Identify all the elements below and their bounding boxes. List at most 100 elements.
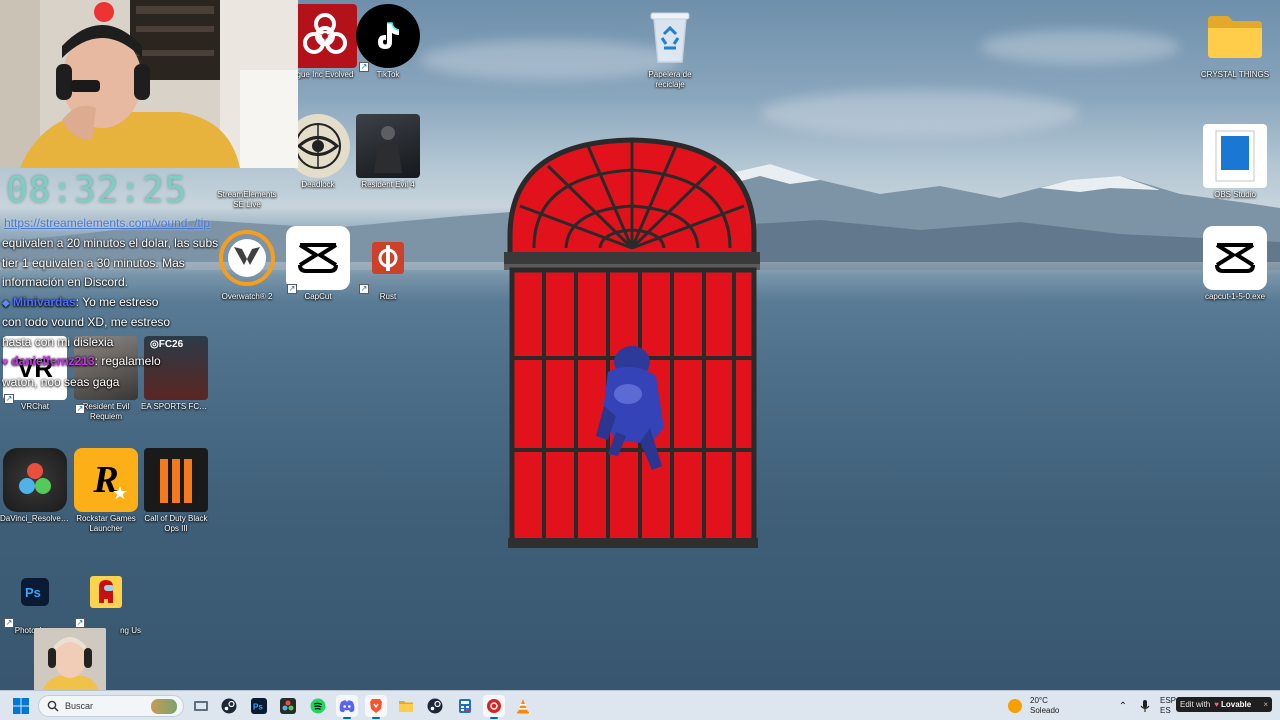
black-ops-3-icon — [144, 448, 208, 512]
taskbar-app-steam[interactable] — [424, 695, 446, 717]
taskbar-app-brave[interactable] — [365, 695, 387, 719]
sun-icon — [1008, 699, 1022, 713]
start-button[interactable] — [10, 695, 32, 717]
task-view-icon — [194, 701, 208, 711]
badge-close-button[interactable]: × — [1263, 700, 1268, 709]
shortcut-arrow-icon: ↗ — [287, 284, 297, 294]
weather-description: Soleado — [1030, 706, 1060, 715]
desktop-icon-label: EA SPORTS FC™ 26 — [141, 402, 211, 411]
tray-input-language[interactable]: ESP ES — [1160, 696, 1176, 716]
calculator-icon — [459, 699, 471, 713]
microphone-icon — [1140, 700, 1150, 712]
chat-line: ◆ Minivardas: Yo me estreso — [2, 294, 159, 309]
chat-line: tier 1 equivalen a 30 minutos. Mas — [2, 255, 185, 270]
photoshop-icon: Ps — [251, 698, 267, 714]
davinci-resolve-icon — [3, 448, 67, 512]
document-icon — [1203, 124, 1267, 188]
edit-with-lovable-badge[interactable]: Edit with ♥ Lovable × — [1176, 697, 1272, 712]
desktop-icon-rockstar-games-launcher[interactable]: R ★ Rockstar Games Launcher — [71, 448, 141, 534]
desktop-icon-label: CRYSTAL THINGS — [1200, 70, 1270, 79]
tip-url-link[interactable]: https://streamelements.com/vound_/tip — [4, 216, 210, 230]
recycle-bin-icon — [638, 4, 702, 68]
chat-line: con todo vound XD, me estreso — [2, 315, 171, 329]
windows-icon — [13, 698, 29, 714]
davinci-resolve-icon — [280, 698, 296, 714]
among-us-icon — [74, 560, 138, 624]
taskbar-app-photoshop[interactable]: Ps — [248, 695, 270, 717]
desktop-icon-recycle-bin[interactable]: Papelera de reciclaje — [635, 4, 705, 90]
taskbar-app-steam[interactable] — [218, 695, 240, 717]
desktop-icon-label: Papelera de reciclaje — [648, 70, 692, 89]
stream-clock: 08:32:25 — [6, 170, 188, 211]
taskbar-app-davinci-resolve[interactable] — [277, 695, 299, 717]
taskbar: Buscar Ps 20°C Soleado ⌃ ESP ES — [0, 690, 1280, 720]
rust-icon — [356, 226, 420, 290]
badge-brand-label: Lovable — [1220, 700, 1252, 709]
desktop-icon-tiktok[interactable]: ↗ TikTok — [353, 4, 423, 80]
chat-line: hasta con mi dislexia — [2, 334, 114, 349]
capcut-icon — [1203, 226, 1267, 290]
desktop-icon-among-us[interactable]: ↗ ng Us — [71, 560, 141, 636]
capcut-icon — [286, 226, 350, 290]
taskbar-app-file-explorer[interactable] — [190, 695, 212, 717]
steam-icon — [427, 698, 443, 714]
taskbar-app-spotify[interactable] — [307, 695, 329, 717]
tray-microphone-button[interactable] — [1134, 695, 1156, 717]
taskbar-app-calculator[interactable] — [454, 695, 476, 717]
shortcut-arrow-icon: ↗ — [4, 618, 14, 628]
shortcut-arrow-icon: ↗ — [75, 404, 85, 414]
desktop-icon-resident-evil-4[interactable]: Resident Evil 4 — [353, 114, 423, 190]
desktop-icon-obs-studio[interactable]: OBS Studio — [1200, 124, 1270, 200]
desktop-icon-label: Rockstar Games Launcher — [76, 514, 136, 533]
taskbar-app-discord[interactable] — [336, 695, 358, 719]
desktop-icon-davinci-resolve[interactable]: DaVinci_Resolve_... — [0, 448, 70, 524]
chat-overlay: equivalen a 20 minutos el dolar, las sub… — [2, 234, 234, 392]
desktop-icon-photoshop[interactable]: Ps ↗ Photosho... — [0, 560, 70, 636]
webcam-overlay — [0, 0, 298, 168]
desktop-icon-crystal-things[interactable]: CRYSTAL THINGS — [1200, 4, 1270, 80]
red-arched-window-art — [504, 137, 760, 548]
tray-overflow-button[interactable]: ⌃ — [1112, 695, 1134, 717]
secondary-webcam-overlay — [34, 628, 106, 698]
desktop-icon-label: DaVinci_Resolve_... — [0, 514, 70, 523]
tiktok-icon — [356, 4, 420, 68]
taskbar-app-vlc[interactable] — [512, 695, 534, 717]
desktop-icon-label: Deadlock — [301, 180, 335, 189]
taskbar-weather-widget[interactable]: 20°C Soleado — [1008, 696, 1059, 716]
chat-username: Minivardas — [13, 294, 76, 309]
photoshop-icon: Ps — [3, 560, 67, 624]
desktop-icon-capcut[interactable]: ↗ CapCut — [283, 226, 353, 302]
shortcut-arrow-icon: ↗ — [359, 284, 369, 294]
shortcut-arrow-icon: ↗ — [359, 62, 369, 72]
vlc-icon — [517, 699, 529, 714]
desktop-icon-plague-inc[interactable]: gue Inc Evolved — [290, 4, 360, 80]
desktop-icon-label: gue Inc Evolved — [296, 70, 354, 79]
brave-browser-icon — [370, 699, 382, 713]
folder-icon — [1203, 4, 1267, 68]
chat-line: ♥ danielfernz213: regalamelo — [2, 354, 161, 368]
taskbar-app-folder[interactable] — [395, 695, 417, 717]
taskbar-search-box[interactable]: Buscar — [38, 695, 184, 717]
desktop-icon-call-of-duty-bo3[interactable]: Call of Duty Black Ops III — [141, 448, 211, 534]
chat-line: waton, noo seas gaga — [2, 374, 120, 389]
chevron-up-icon: ⌃ — [1118, 700, 1128, 712]
shortcut-arrow-icon: ↗ — [75, 618, 85, 628]
taskbar-app-game[interactable] — [483, 695, 505, 719]
shortcut-arrow-icon: ↗ — [4, 394, 14, 404]
desktop-icon-rust[interactable]: ↗ Rust — [353, 226, 423, 302]
chat-line: equivalen a 20 minutos el dolar, las sub… — [2, 236, 219, 250]
biohazard-icon — [293, 4, 357, 68]
desktop-icon-label: OBS Studio — [1214, 190, 1256, 199]
desktop-icon-capcut-exe[interactable]: capcut-1-5-0.exe — [1200, 226, 1270, 302]
chat-line: información en Discord. — [2, 275, 129, 289]
folder-icon — [399, 701, 413, 712]
discord-icon — [339, 700, 355, 713]
badge-edit-label: Edit with — [1180, 700, 1211, 709]
rockstar-icon: R ★ — [74, 448, 138, 512]
desktop-icon-label: Resident Evil 4 — [361, 180, 415, 189]
desktop-icon-label: capcut-1-5-0.exe — [1204, 292, 1266, 301]
search-icon — [47, 700, 59, 712]
svg-text:Ps: Ps — [25, 585, 41, 600]
svg-text:Ps: Ps — [253, 703, 263, 712]
desktop-icon-label: Call of Duty Black Ops III — [144, 514, 208, 533]
